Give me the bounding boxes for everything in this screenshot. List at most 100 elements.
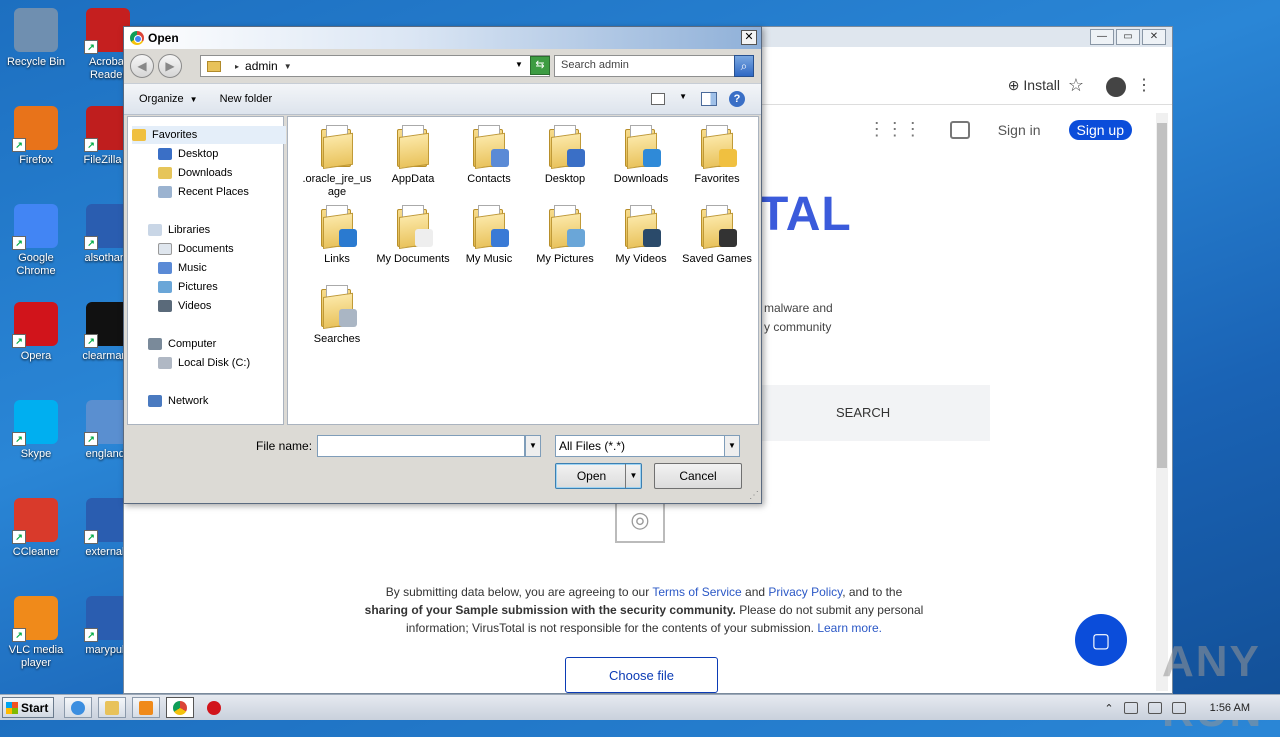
- file-item[interactable]: My Videos: [604, 205, 678, 266]
- chrome-icon: [173, 700, 187, 715]
- resize-grip[interactable]: ⋰: [749, 490, 759, 501]
- file-item[interactable]: Favorites: [680, 125, 754, 186]
- dialog-close-button[interactable]: ✕: [741, 30, 757, 45]
- clock[interactable]: 1:56 AM: [1210, 702, 1250, 714]
- tray-expand-icon[interactable]: ⌃: [1104, 702, 1113, 715]
- nav-desktop[interactable]: Desktop: [158, 145, 218, 163]
- minimize-button[interactable]: —: [1090, 29, 1114, 45]
- nav-favorites[interactable]: Favorites: [132, 126, 286, 144]
- nav-computer[interactable]: Computer: [148, 335, 216, 353]
- nav-local-disk[interactable]: Local Disk (C:): [158, 354, 250, 372]
- breadcrumb-admin[interactable]: admin: [245, 59, 278, 73]
- address-bar[interactable]: ▸ admin ▼: [200, 55, 550, 77]
- file-item[interactable]: AppData: [376, 125, 450, 186]
- install-button[interactable]: ⊕ Install: [1008, 77, 1060, 94]
- file-item[interactable]: My Music: [452, 205, 526, 266]
- file-name: My Music: [465, 253, 513, 265]
- volume-icon[interactable]: [1123, 702, 1138, 714]
- new-folder-button[interactable]: New folder: [220, 93, 273, 105]
- menu-kebab-icon[interactable]: ⋮: [1136, 75, 1152, 95]
- tos-link[interactable]: Terms of Service: [652, 585, 741, 599]
- nav-label: Recent Places: [178, 186, 249, 198]
- address-dropdown-button[interactable]: ▼: [510, 55, 528, 75]
- nav-music[interactable]: Music: [158, 259, 207, 277]
- back-button[interactable]: ◀: [130, 54, 154, 78]
- desktop-icon-label: Skype: [20, 448, 52, 460]
- bookmark-star-icon[interactable]: ☆: [1068, 75, 1084, 96]
- file-item[interactable]: Desktop: [528, 125, 602, 186]
- organize-button[interactable]: Organize ▼: [139, 93, 198, 105]
- nav-label: Downloads: [178, 167, 233, 179]
- cancel-button[interactable]: Cancel: [654, 463, 742, 489]
- desktop-icon-recycle-bin[interactable]: Recycle Bin: [0, 8, 72, 69]
- taskbar-media-player[interactable]: [132, 697, 160, 718]
- start-button[interactable]: Start: [2, 697, 54, 718]
- shortcut-arrow-icon: ↗: [12, 334, 26, 348]
- taskbar-chrome[interactable]: [166, 697, 194, 718]
- desktop-icon-opera[interactable]: ↗ Opera: [0, 302, 72, 363]
- filetype-dropdown-button[interactable]: ▼: [724, 435, 740, 457]
- file-item[interactable]: Contacts: [452, 125, 526, 186]
- search-input[interactable]: Search admin: [554, 55, 735, 77]
- file-name: My Pictures: [536, 253, 594, 265]
- change-view-icon[interactable]: [651, 93, 665, 105]
- desktop-icon-google-chrome[interactable]: ↗ Google Chrome: [0, 204, 72, 278]
- signup-button[interactable]: Sign up: [1068, 119, 1132, 140]
- file-item[interactable]: Downloads: [604, 125, 678, 186]
- view-dropdown-icon[interactable]: ▼: [679, 92, 687, 101]
- account-icon[interactable]: [1106, 77, 1126, 97]
- filename-input[interactable]: [317, 435, 525, 457]
- filename-label: File name:: [256, 439, 313, 453]
- signin-link[interactable]: Sign in: [998, 122, 1041, 138]
- file-item[interactable]: Links: [300, 205, 374, 266]
- open-button[interactable]: Open ▼: [555, 463, 642, 489]
- downloads-icon: [158, 167, 172, 179]
- nav-libraries[interactable]: Libraries: [148, 221, 210, 239]
- tab-search[interactable]: SEARCH: [836, 405, 890, 420]
- breadcrumb-separator[interactable]: ▸: [235, 62, 239, 71]
- learn-more-link[interactable]: Learn more.: [817, 621, 882, 635]
- desktop-icon-skype[interactable]: ↗ Skype: [0, 400, 72, 461]
- help-icon[interactable]: ?: [729, 91, 745, 107]
- nav-downloads[interactable]: Downloads: [158, 164, 232, 182]
- network-tray-icon[interactable]: [1147, 702, 1162, 714]
- refresh-button[interactable]: ⇆: [530, 56, 550, 75]
- file-item[interactable]: Saved Games: [680, 205, 754, 266]
- filetype-select[interactable]: All Files (*.*): [555, 435, 728, 457]
- desktop-icon-vlc[interactable]: ↗ VLC media player: [0, 596, 72, 670]
- chat-bubble-icon[interactable]: ▢: [1075, 614, 1127, 666]
- desktop-icon-firefox[interactable]: ↗ Firefox: [0, 106, 72, 167]
- nav-documents[interactable]: Documents: [158, 240, 234, 258]
- open-split-dropdown[interactable]: ▼: [625, 464, 641, 488]
- browser-scrollbar[interactable]: [1156, 113, 1168, 691]
- nav-recent-places[interactable]: Recent Places: [158, 183, 249, 201]
- privacy-link[interactable]: Privacy Policy: [768, 585, 842, 599]
- scrollbar-thumb[interactable]: [1157, 123, 1167, 468]
- file-item[interactable]: Searches: [300, 285, 374, 346]
- desktop-icon-ccleaner[interactable]: ↗ CCleaner: [0, 498, 72, 559]
- action-center-icon[interactable]: [1171, 702, 1186, 714]
- folder-music-icon: [471, 205, 509, 249]
- filename-dropdown-button[interactable]: ▼: [525, 435, 541, 457]
- apps-grid-icon[interactable]: ⋮⋮⋮: [868, 119, 922, 140]
- taskbar-explorer[interactable]: [98, 697, 126, 718]
- shortcut-arrow-icon: ↗: [12, 432, 26, 446]
- nav-pictures[interactable]: Pictures: [158, 278, 218, 296]
- choose-file-button[interactable]: Choose file: [565, 657, 718, 693]
- taskbar-opera[interactable]: [200, 697, 228, 718]
- taskbar-ie[interactable]: [64, 697, 92, 718]
- close-button[interactable]: ✕: [1142, 29, 1166, 45]
- shortcut-arrow-icon: ↗: [84, 432, 98, 446]
- nav-videos[interactable]: Videos: [158, 297, 211, 315]
- preview-pane-icon[interactable]: [701, 92, 717, 106]
- breadcrumb-caret[interactable]: ▼: [284, 62, 292, 71]
- forward-button[interactable]: ▶: [158, 54, 182, 78]
- search-icon[interactable]: ⌕: [734, 55, 754, 77]
- chat-icon[interactable]: [949, 120, 970, 139]
- file-item[interactable]: .oracle_jre_usage: [300, 125, 374, 199]
- nav-network[interactable]: Network: [148, 392, 208, 410]
- file-item[interactable]: My Pictures: [528, 205, 602, 266]
- file-name: Saved Games: [682, 253, 752, 265]
- maximize-button[interactable]: ▭: [1116, 29, 1140, 45]
- file-item[interactable]: My Documents: [376, 205, 450, 266]
